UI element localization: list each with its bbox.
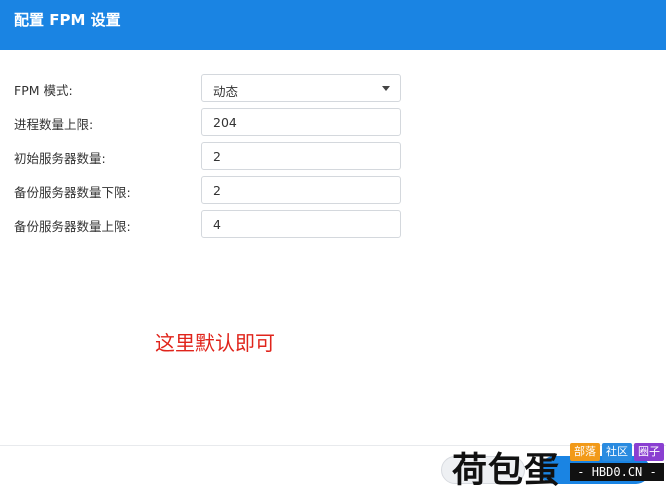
min-spare-label: 备份服务器数量下限: [14,185,131,200]
watermark-main-text: 荷包蛋 [452,451,561,487]
form-row-max-children: 进程数量上限: [0,108,666,136]
max-children-input[interactable] [213,115,383,130]
annotation-note: 这里默认即可 [155,331,275,355]
dialog-titlebar: 配置 FPM 设置 [0,0,666,50]
start-servers-input[interactable] [213,149,383,164]
form-row-fpm-mode: FPM 模式: 动态 [0,74,666,102]
chevron-down-icon[interactable] [382,86,390,91]
start-servers-label: 初始服务器数量: [14,151,106,166]
watermark-domain: - HBD0.CN - [570,463,664,481]
start-servers-field-box [201,142,401,170]
watermark-logo: 荷包蛋 部落 社区 圈子 - HBD0.CN - [448,440,666,487]
max-spare-field-box [201,210,401,238]
min-spare-input[interactable] [213,183,383,198]
min-spare-field-box [201,176,401,204]
form-row-min-spare: 备份服务器数量下限: [0,176,666,204]
max-spare-label: 备份服务器数量上限: [14,219,131,234]
watermark-tag: 社区 [602,443,632,461]
dialog-title: 配置 FPM 设置 [14,11,121,29]
fpm-mode-label: FPM 模式: [14,83,73,98]
form-row-max-spare: 备份服务器数量上限: [0,210,666,238]
fpm-mode-value: 动态 [213,84,239,99]
fpm-mode-select[interactable]: 动态 [201,74,401,102]
max-spare-input[interactable] [213,217,383,232]
watermark-tag: 圈子 [634,443,664,461]
max-children-label: 进程数量上限: [14,117,94,132]
watermark-tag: 部落 [570,443,600,461]
max-children-field-box [201,108,401,136]
form-row-start-servers: 初始服务器数量: [0,142,666,170]
